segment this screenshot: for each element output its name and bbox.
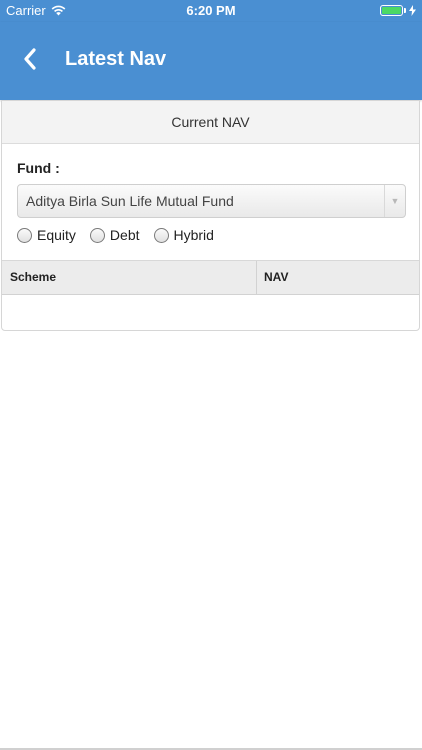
radio-circle-icon xyxy=(17,227,32,243)
radio-debt[interactable]: Debt xyxy=(89,227,140,243)
back-button[interactable] xyxy=(18,46,44,72)
charging-bolt-icon xyxy=(409,5,416,16)
battery-tip xyxy=(404,8,406,13)
column-header-scheme: Scheme xyxy=(10,270,57,284)
column-header-nav: NAV xyxy=(264,270,289,284)
fund-label: Fund : xyxy=(17,160,60,176)
status-right xyxy=(380,5,416,16)
chevron-left-icon xyxy=(24,48,36,70)
page-title: Latest Nav xyxy=(65,48,167,70)
fund-type-radio-group: Equity Debt Hybrid xyxy=(17,227,228,243)
status-bar: Carrier 6:20 PM xyxy=(0,0,422,22)
nav-bar: Latest Nav xyxy=(0,22,422,100)
radio-circle-icon xyxy=(89,227,105,243)
radio-hybrid[interactable]: Hybrid xyxy=(153,227,214,243)
radio-label: Equity xyxy=(37,227,76,243)
radio-circle-icon xyxy=(153,227,169,243)
radio-label: Hybrid xyxy=(173,227,214,243)
nav-table-header: Scheme NAV xyxy=(2,260,419,295)
radio-label: Debt xyxy=(109,227,140,243)
fund-select[interactable]: Aditya Birla Sun Life Mutual Fund ▼ xyxy=(17,184,406,218)
fund-select-value: Aditya Birla Sun Life Mutual Fund xyxy=(26,193,234,209)
nav-card: Current NAV Fund : Aditya Birla Sun Life… xyxy=(1,100,420,331)
radio-equity[interactable]: Equity xyxy=(17,227,76,243)
battery-icon xyxy=(380,5,403,16)
card-header: Current NAV xyxy=(2,101,419,144)
dropdown-arrow-icon: ▼ xyxy=(384,185,405,217)
status-time: 6:20 PM xyxy=(186,3,236,18)
column-divider xyxy=(256,261,257,294)
